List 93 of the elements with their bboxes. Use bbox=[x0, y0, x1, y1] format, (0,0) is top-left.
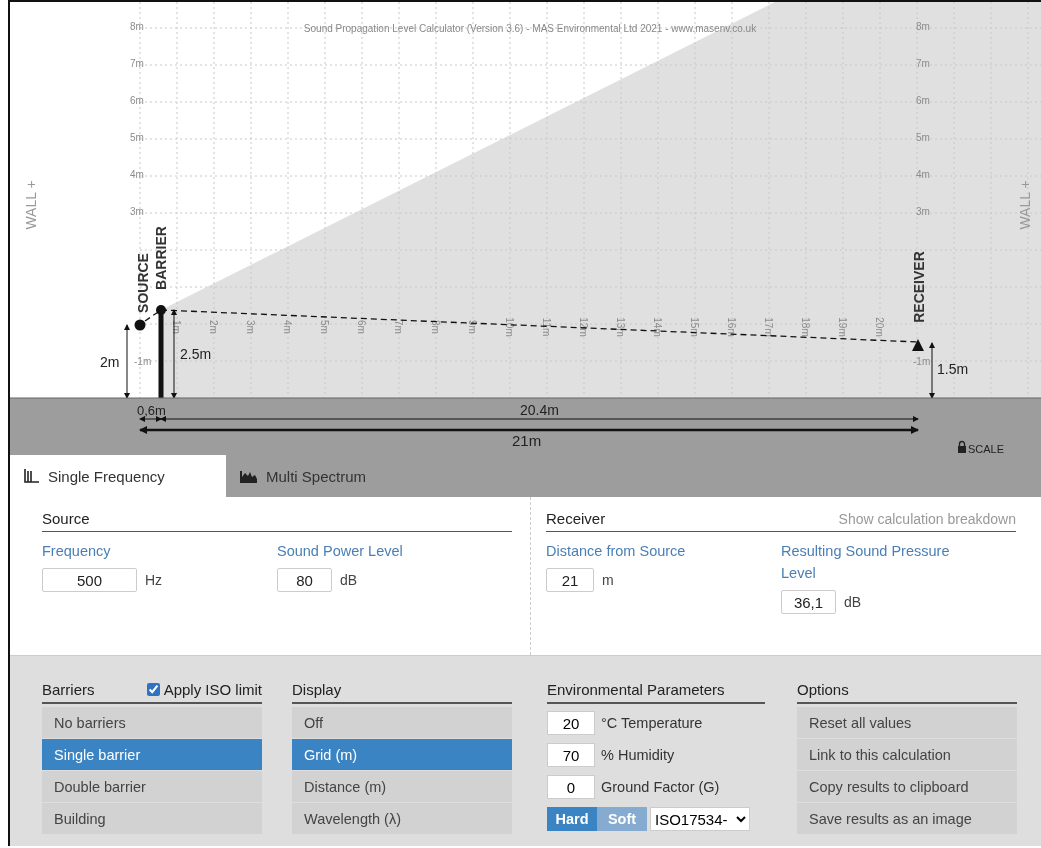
axis-label: 11m bbox=[541, 317, 552, 337]
axis-label: 3m bbox=[130, 206, 144, 217]
axis-label: 4m bbox=[130, 169, 144, 180]
axis-label: 18m bbox=[800, 317, 811, 337]
source-label: SOURCE bbox=[135, 253, 151, 313]
axis-label: 3m bbox=[245, 320, 256, 334]
height-label: 2m bbox=[100, 354, 120, 370]
axis-label: -1m bbox=[913, 356, 931, 367]
height-label: 2.5m bbox=[180, 346, 212, 362]
source-dot bbox=[134, 319, 146, 331]
section-heading: Display bbox=[292, 680, 342, 698]
unit-label: dB bbox=[340, 572, 358, 588]
distance-label: 21m bbox=[512, 432, 542, 449]
axis-label: 12m bbox=[578, 317, 589, 337]
input-field[interactable]: 20 bbox=[547, 711, 595, 735]
field-label: Distance from Source bbox=[546, 542, 687, 561]
axis-label: 7m bbox=[916, 58, 930, 69]
input-field[interactable]: 21 bbox=[546, 568, 594, 592]
axis-label: 6m bbox=[916, 95, 930, 106]
axis-label: 2m bbox=[208, 320, 219, 334]
axis-label: 5m bbox=[916, 132, 930, 143]
checkbox[interactable] bbox=[146, 682, 160, 696]
distance-label: 0,6m bbox=[137, 403, 166, 418]
standard-dropdown[interactable]: ISO17534- bbox=[650, 807, 750, 831]
list-item[interactable]: Wavelength (λ) bbox=[292, 803, 512, 834]
axis-label: 8m bbox=[916, 21, 930, 32]
input-field[interactable]: 36,1 bbox=[781, 590, 836, 614]
receiver-label: RECEIVER bbox=[911, 251, 927, 323]
axis-label: 5m bbox=[319, 320, 330, 334]
list-item[interactable]: Building bbox=[42, 803, 262, 834]
axis-label: 1m bbox=[171, 320, 182, 334]
unit-label: Hz bbox=[145, 572, 163, 588]
lock-icon[interactable] bbox=[958, 440, 966, 453]
list-item[interactable]: Distance (m) bbox=[292, 771, 512, 802]
section-heading: Receiver bbox=[546, 510, 606, 527]
list-item[interactable]: Off bbox=[292, 707, 512, 738]
diagram-title: Sound Propagation Level Calculator (Version 3.6) - MAS Environmental Ltd 2021 - www.masenv.co.uk bbox=[303, 23, 757, 34]
axis-label: 13m bbox=[615, 317, 626, 337]
receiver-marker bbox=[912, 339, 924, 351]
list-item[interactable]: Grid (m) bbox=[292, 739, 512, 770]
input-field[interactable]: 70 bbox=[547, 743, 595, 767]
section-heading: Options bbox=[797, 680, 849, 698]
field-label: Resulting Sound Pressure Level bbox=[781, 542, 951, 583]
axis-label: 19m bbox=[837, 317, 848, 337]
axis-label: 5m bbox=[130, 132, 144, 143]
axis-label: 7m bbox=[130, 58, 144, 69]
input-field[interactable]: 0 bbox=[547, 775, 595, 799]
input-field[interactable]: 80 bbox=[277, 568, 332, 592]
tab[interactable]: Single Frequency bbox=[10, 455, 226, 497]
wall-label: WALL + bbox=[23, 180, 39, 230]
axis-label: 14m bbox=[652, 317, 663, 337]
axis-label: 9m bbox=[467, 320, 478, 334]
height-label: 1.5m bbox=[937, 361, 969, 377]
single-peak-icon bbox=[24, 469, 40, 483]
section-heading: Environmental Parameters bbox=[547, 680, 725, 698]
field-label: Frequency bbox=[42, 542, 112, 561]
dimension-arrow bbox=[929, 342, 935, 399]
axis-label: 6m bbox=[130, 95, 144, 106]
distance-label: 20.4m bbox=[520, 402, 559, 418]
toggle-button[interactable]: Hard bbox=[547, 807, 597, 831]
field-label: Ground Factor (G) bbox=[601, 779, 720, 795]
wall-label: WALL + bbox=[1017, 180, 1033, 230]
list-item[interactable]: Single barrier bbox=[42, 739, 262, 770]
tab[interactable]: Multi Spectrum bbox=[226, 455, 442, 497]
axis-label: 20m bbox=[874, 317, 885, 337]
axis-label: 10m bbox=[504, 317, 515, 337]
spectrum-icon bbox=[240, 469, 258, 483]
option-button[interactable]: Copy results to clipboard bbox=[797, 771, 1017, 802]
option-button[interactable]: Save results as an image bbox=[797, 803, 1017, 834]
input-field[interactable]: 500 bbox=[42, 568, 137, 592]
axis-label: 8m bbox=[130, 21, 144, 32]
field-label: °C Temperature bbox=[601, 715, 703, 731]
option-button[interactable]: Reset all values bbox=[797, 707, 1017, 738]
unit-label: dB bbox=[844, 594, 862, 610]
section-heading: Barriers bbox=[42, 680, 95, 698]
field-label: Sound Power Level bbox=[277, 542, 404, 561]
axis-label: 7m bbox=[393, 320, 404, 334]
axis-label: 16m bbox=[726, 317, 737, 337]
barrier-label: BARRIER bbox=[153, 226, 169, 290]
field-label: % Humidity bbox=[601, 747, 675, 763]
checkbox-label: Apply ISO limit bbox=[163, 680, 262, 698]
section-heading: Source bbox=[42, 510, 90, 527]
scale-label: SCALE bbox=[968, 443, 1005, 455]
axis-label: 3m bbox=[916, 206, 930, 217]
axis-label: 6m bbox=[356, 320, 367, 334]
axis-label: 17m bbox=[763, 317, 774, 337]
axis-label: 4m bbox=[916, 169, 930, 180]
axis-label: 4m bbox=[282, 320, 293, 334]
list-item[interactable]: Double barrier bbox=[42, 771, 262, 802]
list-item[interactable]: No barriers bbox=[42, 707, 262, 738]
option-button[interactable]: Link to this calculation bbox=[797, 739, 1017, 770]
unit-label: m bbox=[602, 572, 614, 588]
axis-label: -1m bbox=[134, 356, 152, 367]
